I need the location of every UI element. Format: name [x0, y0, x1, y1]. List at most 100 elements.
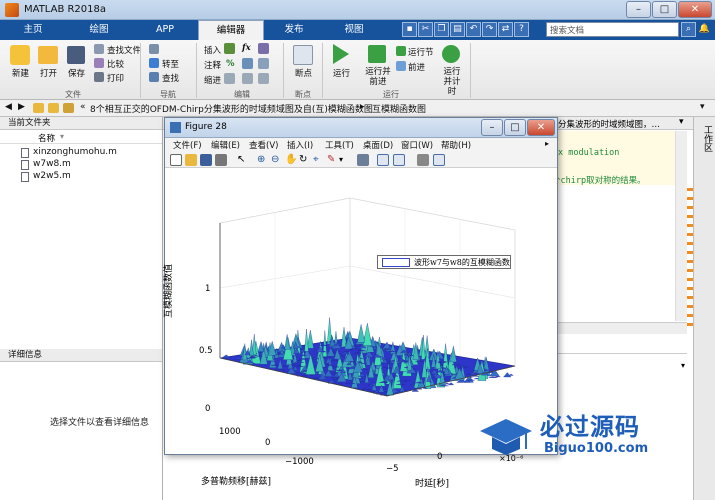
save-quick-icon[interactable]: ▪: [402, 22, 417, 37]
menu-desktop[interactable]: 桌面(D): [363, 139, 393, 151]
watermark-url: Biguo100.com: [544, 441, 649, 456]
up-folder-icon[interactable]: [33, 103, 44, 113]
advance-button[interactable]: 前进: [408, 61, 425, 73]
menu-dock-icon[interactable]: ▸: [545, 139, 549, 148]
legend-icon[interactable]: [393, 154, 405, 166]
x-tick: −5: [386, 464, 399, 474]
tab-plots[interactable]: 绘图: [66, 20, 132, 40]
help-quick-icon[interactable]: ?: [514, 22, 529, 37]
forward-arrow-icon[interactable]: ▶: [18, 102, 25, 112]
code-comment[interactable]: x modulation: [558, 148, 619, 158]
menu-help[interactable]: 帮助(H): [441, 139, 471, 151]
new-figure-icon[interactable]: [170, 154, 182, 166]
pan-hand-icon[interactable]: ✋: [285, 154, 297, 166]
link-plot-icon[interactable]: [357, 154, 369, 166]
run-time-button[interactable]: 运行并计时: [440, 67, 464, 97]
group-nav-label: 导航: [160, 90, 176, 99]
undo-quick-icon[interactable]: ↶: [466, 22, 481, 37]
figure-title: Figure 28: [185, 122, 227, 132]
new-button[interactable]: 新建: [12, 67, 29, 79]
command-window-menu-icon[interactable]: ▾: [681, 361, 685, 370]
switch-icon[interactable]: ⇄: [498, 22, 513, 37]
insert-button[interactable]: 插入: [204, 44, 221, 56]
group-bp-label: 断点: [295, 90, 311, 99]
path-overflow[interactable]: «: [80, 102, 86, 112]
compare-button[interactable]: 比较: [107, 58, 124, 70]
editor-panel-menu-icon[interactable]: ▾: [679, 117, 684, 127]
menu-view[interactable]: 查看(V): [249, 139, 278, 151]
browse-folder-icon[interactable]: [48, 103, 59, 113]
editor-tab-title[interactable]: 分集波形的时域频域图，…: [558, 118, 660, 130]
comment-button[interactable]: 注释: [204, 59, 221, 71]
tab-home[interactable]: 主页: [0, 20, 66, 40]
cut-quick-icon[interactable]: ✂: [418, 22, 433, 37]
column-header[interactable]: 名称 ▾: [0, 131, 162, 144]
hide-tools-icon[interactable]: [417, 154, 429, 166]
details-empty-text: 选择文件以查看详细信息: [50, 418, 150, 428]
tab-view[interactable]: 视图: [324, 20, 384, 40]
redo-quick-icon[interactable]: ↷: [482, 22, 497, 37]
brush-dropdown-icon[interactable]: ▾: [339, 154, 351, 166]
editor-hscroll[interactable]: [555, 322, 687, 334]
code-comment[interactable]: 个chirp取对称的结果。: [552, 174, 646, 186]
run-advance-icon: [368, 45, 386, 63]
menu-window[interactable]: 窗口(W): [401, 139, 433, 151]
open-file-icon[interactable]: [185, 154, 197, 166]
run-section-button[interactable]: 运行节: [408, 46, 434, 58]
current-folder-title: 当前文件夹: [0, 117, 162, 130]
show-tools-icon[interactable]: [433, 154, 445, 166]
legend-label: 波形w7与w8的互模糊函数: [414, 258, 510, 267]
print-figure-icon[interactable]: [215, 154, 227, 166]
find-button[interactable]: 查找: [162, 72, 179, 84]
path-segment[interactable]: 8个相互正交的OFDM-Chirp分集波形的时域频域图及自(互)模糊函数图: [90, 102, 373, 115]
run-button[interactable]: 运行: [333, 67, 350, 79]
menu-edit[interactable]: 编辑(E): [211, 139, 240, 151]
colorbar-icon[interactable]: [377, 154, 389, 166]
workspace-tab[interactable]: 工作区: [698, 125, 712, 152]
tab-apps[interactable]: APP: [132, 20, 198, 40]
menu-tools[interactable]: 工具(T): [325, 139, 354, 151]
figure-minimize-button[interactable]: –: [481, 119, 503, 136]
bell-icon[interactable]: 🔔: [697, 22, 712, 37]
copy-quick-icon[interactable]: ❐: [434, 22, 449, 37]
fx-button[interactable]: fx: [242, 43, 251, 53]
new-icon: [10, 45, 30, 65]
legend-box[interactable]: 波形w7与w8的互模糊函数: [377, 255, 511, 269]
rotate-icon[interactable]: ↻: [299, 154, 311, 166]
back-arrow-icon[interactable]: ◀: [5, 102, 12, 112]
close-button[interactable]: ✕: [678, 1, 712, 18]
path-dropdown-icon[interactable]: ▾: [700, 102, 705, 112]
figure-maximize-button[interactable]: □: [504, 119, 526, 136]
menu-file[interactable]: 文件(F): [173, 139, 202, 151]
zoom-in-icon[interactable]: ⊕: [257, 154, 269, 166]
save-button[interactable]: 保存: [68, 67, 85, 79]
search-icon[interactable]: ⌕: [681, 22, 696, 37]
data-cursor-icon[interactable]: ⌖: [313, 154, 325, 166]
maximize-button[interactable]: □: [652, 1, 677, 18]
y-tick: 0: [265, 438, 271, 448]
brush-icon[interactable]: ✎: [327, 154, 339, 166]
details-title: 详细信息: [0, 349, 162, 362]
run-advance-button[interactable]: 运行并前进: [362, 67, 394, 87]
editor-scrollbar[interactable]: [675, 131, 687, 321]
zoom-out-icon[interactable]: ⊖: [271, 154, 283, 166]
tab-editor[interactable]: 编辑器: [198, 20, 264, 40]
name-column-header[interactable]: 名称: [38, 132, 55, 144]
open-button[interactable]: 打开: [40, 67, 57, 79]
breakpoints-button[interactable]: 断点: [295, 67, 312, 79]
path-segment[interactable]: 互模糊函数图: [372, 102, 426, 115]
percent-icon[interactable]: %: [226, 59, 235, 69]
search-docs-input[interactable]: 搜索文档: [546, 22, 679, 37]
minimize-button[interactable]: –: [626, 1, 651, 18]
figure-close-button[interactable]: ✕: [527, 119, 555, 136]
goto-button[interactable]: 转至: [162, 58, 179, 70]
menu-insert[interactable]: 插入(I): [287, 139, 313, 151]
save-figure-icon[interactable]: [200, 154, 212, 166]
save-icon: [67, 46, 85, 64]
print-button[interactable]: 打印: [107, 72, 124, 84]
find-files-button[interactable]: 查找文件: [107, 44, 141, 56]
tab-publish[interactable]: 发布: [264, 20, 324, 40]
indent-button[interactable]: 缩进: [204, 74, 221, 86]
paste-quick-icon[interactable]: ▤: [450, 22, 465, 37]
pointer-icon[interactable]: ↖: [237, 154, 249, 166]
